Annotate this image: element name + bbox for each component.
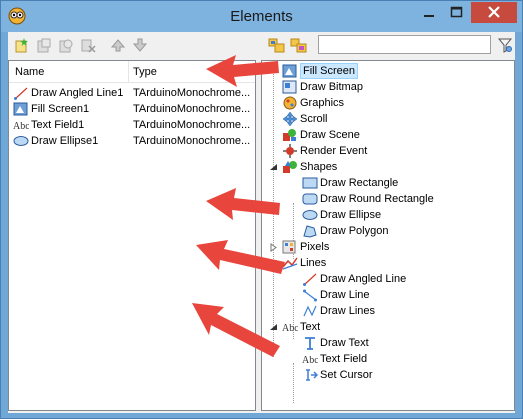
list-row-name: Fill Screen1: [31, 103, 90, 115]
minimize-button[interactable]: [415, 2, 443, 23]
list-row-draw-ellipse1[interactable]: Draw Ellipse1 TArduinoMonochrome...: [9, 133, 255, 149]
tree-item-label: Lines: [300, 257, 327, 269]
list-header: Name Type: [9, 61, 255, 83]
shapes-icon: [282, 159, 298, 175]
list-row-name: Draw Angled Line1: [31, 87, 124, 99]
tree-item-label: Draw Bitmap: [300, 81, 363, 93]
tree-item-label: Pixels: [300, 241, 330, 253]
list-row-name: Draw Ellipse1: [31, 135, 99, 147]
new-icon[interactable]: [14, 37, 30, 53]
right-toolbar: [261, 32, 515, 59]
tree-item-label: Draw Polygon: [320, 225, 389, 237]
cursor-icon: [302, 367, 319, 383]
scene-icon: [282, 127, 298, 143]
polygon-icon: [302, 223, 318, 239]
scroll-icon: [282, 111, 298, 127]
draw-text-icon: [302, 335, 318, 351]
list-row-type: TArduinoMonochrome...: [133, 135, 251, 147]
list-row-text-field1[interactable]: Abc Text Field1 TArduinoMonochrome...: [9, 117, 255, 133]
pixels-icon: [282, 239, 298, 255]
rectangle-icon: [302, 175, 318, 191]
render-event-icon: [282, 143, 298, 159]
lines-collapse-icon[interactable]: [269, 259, 278, 268]
line-icon: [302, 287, 318, 303]
client-area: Name Type Draw Angled Line1 TArduinoMono…: [8, 32, 515, 413]
close-button[interactable]: [471, 2, 517, 23]
tree-item-label: Draw Round Rectangle: [320, 193, 434, 205]
shield-icon[interactable]: [58, 37, 74, 53]
up-arrow-icon[interactable]: [110, 37, 126, 53]
list-row-type: TArduinoMonochrome...: [133, 119, 251, 131]
lines-icon: [282, 255, 298, 271]
elements-list[interactable]: Name Type Draw Angled Line1 TArduinoMono…: [8, 60, 256, 411]
ellipse-icon: [302, 207, 318, 223]
shapes-collapse-icon[interactable]: [269, 163, 278, 172]
bitmap-icon: [282, 79, 298, 95]
column-separator[interactable]: [128, 61, 129, 83]
text-field-icon: Abc: [302, 351, 319, 367]
svg-text:Abc: Abc: [282, 323, 298, 334]
left-toolbar: [8, 32, 256, 59]
new-disabled-icon[interactable]: [36, 37, 52, 53]
column-header-type[interactable]: Type: [133, 66, 157, 78]
collapse-all-icon[interactable]: [290, 37, 307, 53]
filter-icon[interactable]: [497, 36, 513, 54]
tree-item-label: Fill Screen: [300, 63, 358, 79]
text-icon: Abc: [282, 319, 299, 335]
tree-item-label: Set Cursor: [320, 369, 373, 381]
ellipse-icon: [13, 133, 29, 149]
list-row-draw-angled-line1[interactable]: Draw Angled Line1 TArduinoMonochrome...: [9, 85, 255, 101]
tree-item-label: Graphics: [300, 97, 345, 109]
list-row-name: Text Field1: [31, 119, 85, 131]
tree-item-label: Text Field: [320, 353, 368, 365]
list-row-type: TArduinoMonochrome...: [133, 87, 251, 99]
title-bar[interactable]: Elements: [1, 1, 522, 32]
tree-item-label: Draw Angled Line: [320, 273, 407, 285]
tree-item-label: Draw Scene: [300, 129, 360, 141]
tree-item-label: Render Event: [300, 145, 368, 157]
tree-item-label: Draw Ellipse: [320, 209, 382, 221]
pixels-expand-icon[interactable]: [269, 243, 278, 252]
tree-item-label: Draw Rectangle: [320, 177, 399, 189]
fill-screen-icon: [282, 63, 298, 79]
list-row-fill-screen1[interactable]: Fill Screen1 TArduinoMonochrome...: [9, 101, 255, 117]
toolbox-tree[interactable]: Fill Screen Draw Bitmap Graphics Scroll …: [261, 60, 515, 411]
expand-all-icon[interactable]: [268, 37, 285, 53]
graphics-icon: [282, 95, 298, 111]
tree-item-label: Scroll: [300, 113, 328, 125]
filter-input[interactable]: [318, 35, 491, 54]
angled-line-icon: [302, 271, 318, 287]
tree-item-label: Draw Line: [320, 289, 370, 301]
list-row-type: TArduinoMonochrome...: [133, 103, 251, 115]
multi-line-icon: [302, 303, 318, 319]
svg-text:Abc: Abc: [13, 121, 29, 132]
round-rectangle-icon: [302, 191, 318, 207]
tree-item-label: Shapes: [300, 161, 338, 173]
text-field-icon: Abc: [13, 117, 30, 133]
tree-guide-text: [293, 363, 294, 403]
tree-guide-root: [273, 67, 274, 357]
down-arrow-icon[interactable]: [132, 37, 148, 53]
fill-screen-icon: [13, 101, 29, 117]
column-header-name[interactable]: Name: [15, 66, 44, 78]
delete-icon[interactable]: [80, 37, 96, 53]
text-collapse-icon[interactable]: [269, 323, 278, 332]
maximize-button[interactable]: [443, 2, 470, 23]
tree-item-label: Text: [300, 321, 321, 333]
elements-window: Elements Name Type Draw Angled Line1 TAr…: [0, 0, 523, 419]
tree-item-label: Draw Text: [320, 337, 369, 349]
svg-text:Abc: Abc: [302, 355, 318, 366]
angled-line-icon: [13, 85, 29, 101]
tree-item-label: Draw Lines: [320, 305, 376, 317]
